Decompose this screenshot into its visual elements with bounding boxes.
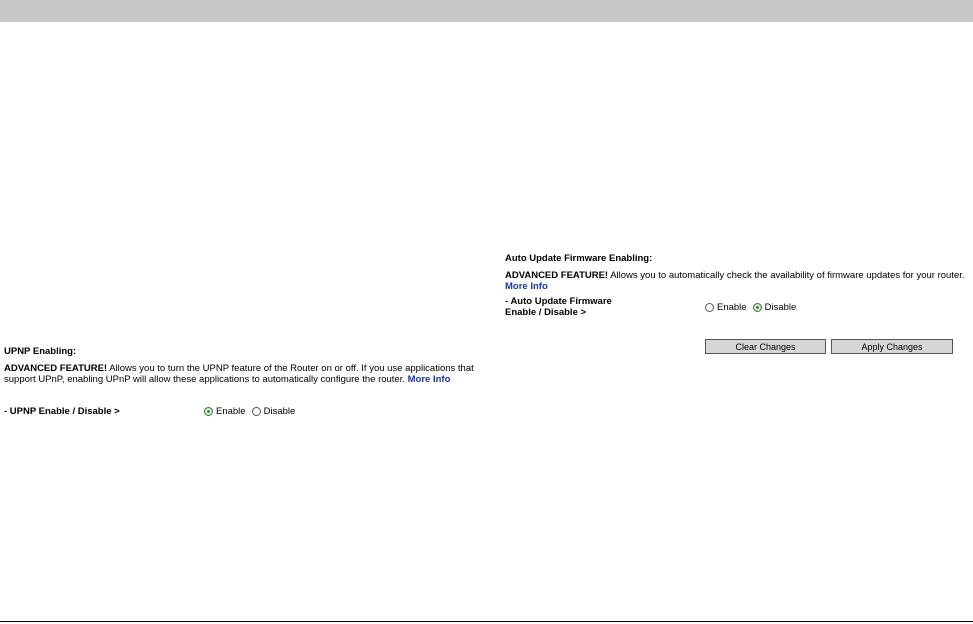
auto-update-disable-radio[interactable] [752,303,762,312]
auto-update-section: Auto Update Firmware Enabling: ADVANCED … [505,253,973,292]
auto-update-heading: Auto Update Firmware Enabling: [505,253,653,264]
upnp-field-label: - UPNP Enable / Disable > [4,406,120,417]
bottom-rule [0,621,973,622]
upnp-enable-radio[interactable] [204,407,213,416]
auto-update-label-line1: - Auto Update Firmware [505,296,612,307]
upnp-heading: UPNP Enabling: [4,346,77,357]
upnp-disable-radio[interactable] [251,407,261,416]
upnp-advanced-feature-label: ADVANCED FEATURE! [4,363,108,374]
advanced-feature-label: ADVANCED FEATURE! [505,270,609,281]
auto-update-desc-text: Allows you to automatically check the av… [608,270,965,281]
upnp-more-info-link[interactable]: More Info [408,374,451,385]
upnp-label: - UPNP Enable / Disable > [4,406,120,417]
auto-update-enable-label[interactable]: Enable [717,302,747,313]
upnp-radio-group: Enable Disable [204,406,301,417]
upnp-enable-label[interactable]: Enable [216,406,246,417]
auto-update-radio-group: Enable Disable [705,302,802,313]
apply-changes-button[interactable]: Apply Changes [831,339,953,354]
upnp-description: ADVANCED FEATURE! Allows you to turn the… [4,363,474,385]
top-bar [0,0,973,22]
auto-update-label-line2: Enable / Disable > [505,307,587,318]
clear-changes-button[interactable]: Clear Changes [705,339,826,354]
auto-update-enable-radio[interactable] [705,303,714,312]
auto-update-field-label: - Auto Update Firmware Enable / Disable … [505,296,612,318]
auto-update-description: ADVANCED FEATURE! Allows you to automati… [505,270,973,292]
upnp-section: UPNP Enabling: ADVANCED FEATURE! Allows … [4,346,474,385]
upnp-disable-label[interactable]: Disable [264,406,296,417]
auto-update-disable-label[interactable]: Disable [765,302,797,313]
auto-update-more-info-link[interactable]: More Info [505,281,548,292]
